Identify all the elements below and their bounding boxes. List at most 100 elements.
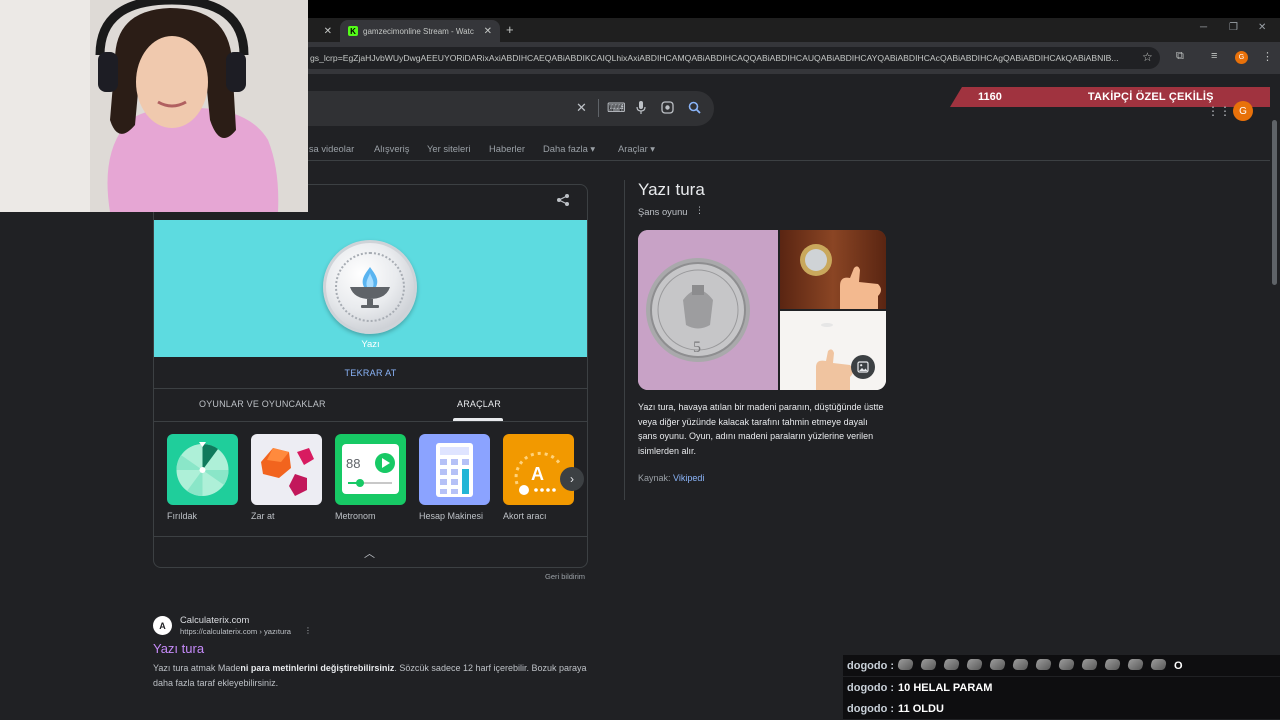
coin-icon[interactable] xyxy=(323,240,417,334)
chat-emote-icon xyxy=(1080,658,1099,670)
chat-message: dogodo : O xyxy=(843,655,1280,676)
next-tools-button[interactable]: › xyxy=(560,467,584,491)
tab-title: gamzecimonline Stream - Watc xyxy=(363,26,474,36)
chat-emotes xyxy=(896,658,1174,673)
new-tab-button[interactable]: + xyxy=(506,22,514,37)
coin-flip-illustration[interactable] xyxy=(780,311,886,390)
tab-close-icon[interactable]: ✕ xyxy=(484,26,492,37)
mic-icon[interactable] xyxy=(636,101,646,119)
chat-username: dogodo : xyxy=(847,681,895,694)
minimize-icon[interactable]: ─ xyxy=(1200,22,1207,33)
chat-emote-icon xyxy=(1103,658,1122,670)
spinner-icon xyxy=(176,442,229,497)
source-label: Kaynak: xyxy=(638,473,671,483)
browser-profile-avatar[interactable]: G xyxy=(1235,51,1248,64)
window-close-icon[interactable]: ✕ xyxy=(1258,22,1266,33)
tab-more[interactable]: Daha fazla ▾ xyxy=(543,143,595,155)
calculator-tool[interactable] xyxy=(419,434,490,505)
snippet-text: Yazı tura atmak Made xyxy=(153,663,241,673)
clear-search-icon[interactable]: ✕ xyxy=(576,100,587,116)
browser-menu-icon[interactable]: ⋮ xyxy=(1262,50,1273,63)
snippet-highlight: ni para metinlerini değiştirebilirsiniz xyxy=(240,663,395,673)
tab-tools-category[interactable]: ARAÇLAR xyxy=(457,399,501,409)
account-avatar[interactable]: G xyxy=(1233,101,1253,121)
panel-divider xyxy=(624,180,625,500)
chat-emote-icon xyxy=(942,658,961,670)
chat-emote-icon xyxy=(1034,658,1053,670)
lens-icon[interactable] xyxy=(661,101,674,119)
divider xyxy=(154,388,587,389)
chat-message: dogodo : 10 HELAL PARAM xyxy=(843,677,1280,698)
metronome-icon: 88 xyxy=(342,444,399,494)
result-snippet: Yazı tura atmak Madeni para metinlerini … xyxy=(153,661,593,691)
chat-emote-icon xyxy=(1149,658,1168,670)
tab-places[interactable]: Yer siteleri xyxy=(427,143,470,154)
search-divider xyxy=(598,99,599,117)
chat-emote-icon xyxy=(896,658,915,670)
chat-emote-icon xyxy=(988,658,1007,670)
tool-label: Metronom xyxy=(335,511,376,521)
dice-tool[interactable] xyxy=(251,434,322,505)
result-site-name[interactable]: Calculaterix.com xyxy=(180,614,249,625)
tool-label: Zar at xyxy=(251,511,275,521)
extensions-icon[interactable]: ⧉ xyxy=(1176,50,1184,63)
google-apps-icon[interactable]: ⋮⋮ xyxy=(1207,104,1231,118)
knowledge-panel-title: Yazı tura xyxy=(638,180,705,199)
chat-message: dogodo : 11 OLDU xyxy=(843,698,1280,719)
chat-emote-icon xyxy=(1057,658,1076,670)
nav-divider xyxy=(300,160,1270,161)
follower-count: 1160 xyxy=(978,91,1002,103)
search-input[interactable] xyxy=(300,91,714,126)
tool-label: Hesap Makinesi xyxy=(419,511,484,521)
reroll-button[interactable]: TEKRAR AT xyxy=(154,368,587,378)
restore-icon[interactable]: ❐ xyxy=(1229,22,1238,33)
coin-on-thumb-photo[interactable] xyxy=(780,230,886,309)
metronome-tool[interactable]: 88 xyxy=(335,434,406,505)
chat-emote-icon xyxy=(919,658,938,670)
more-images-icon[interactable] xyxy=(851,355,875,379)
dice-icon xyxy=(261,448,314,496)
tool-label: Fırıldak xyxy=(167,511,198,521)
chat-emote-icon xyxy=(1011,658,1030,670)
chat-text: O xyxy=(1174,659,1183,672)
divider xyxy=(154,421,587,422)
chat-text: 11 OLDU xyxy=(898,702,944,715)
keyboard-icon[interactable]: ⌨ xyxy=(607,100,626,116)
chat-username: dogodo : xyxy=(847,702,895,715)
tab-shopping[interactable]: Alışveriş xyxy=(374,143,409,154)
chat-text: 10 HELAL PARAM xyxy=(898,681,993,694)
more-options-icon[interactable]: ⋮ xyxy=(695,205,704,216)
feedback-link[interactable]: Geri bildirim xyxy=(545,572,585,581)
bookmark-star-icon[interactable]: ☆ xyxy=(1142,50,1153,64)
spinner-tool[interactable] xyxy=(167,434,238,505)
kick-favicon-icon: K xyxy=(348,26,358,36)
tab-close-icon[interactable]: ✕ xyxy=(324,26,332,37)
coin-result-label: Yazı xyxy=(361,339,380,350)
scrollbar-thumb[interactable] xyxy=(1272,120,1277,285)
share-icon[interactable] xyxy=(556,193,570,210)
tab-stream[interactable]: K gamzecimonline Stream - Watc ✕ xyxy=(340,20,500,42)
tool-label: Akort aracı xyxy=(503,511,547,521)
address-text: gs_lcrp=EgZjaHJvbWUyDwgAEEUYORiDARixAxiA… xyxy=(310,53,1119,63)
knowledge-panel-description: Yazı tura, havaya atılan bir madeni para… xyxy=(638,402,884,456)
chat-emote-icon xyxy=(1126,658,1145,670)
coin-photo[interactable]: 5 xyxy=(638,230,778,390)
webcam-feed xyxy=(0,0,308,212)
media-controls-icon[interactable]: ≡ xyxy=(1211,50,1217,62)
tab-tools[interactable]: Araçlar ▾ xyxy=(618,143,655,155)
search-icon[interactable] xyxy=(688,101,701,119)
result-options-icon[interactable]: ⋮ xyxy=(304,626,312,635)
tab-games-and-toys[interactable]: OYUNLAR VE OYUNCAKLAR xyxy=(199,399,326,409)
tab-short-videos[interactable]: Kısa videolar xyxy=(300,143,354,154)
collapse-chevron-icon[interactable]: ︿ xyxy=(364,545,375,561)
result-title-link[interactable]: Yazı tura xyxy=(153,641,204,656)
chat-emote-icon xyxy=(965,658,984,670)
tab-news[interactable]: Haberler xyxy=(489,143,525,154)
chat-username: dogodo : xyxy=(847,659,895,672)
address-bar[interactable]: gs_lcrp=EgZjaHJvbWUyDwgAEEUYORiDARixAxiA… xyxy=(300,47,1160,69)
calculator-icon xyxy=(436,443,473,497)
result-url[interactable]: https://calculaterix.com › yazıtura xyxy=(180,627,291,636)
source-link[interactable]: Vikipedi xyxy=(673,473,704,483)
source-line: Kaynak: Vikipedi xyxy=(638,473,704,483)
svg-text:5: 5 xyxy=(693,339,701,356)
